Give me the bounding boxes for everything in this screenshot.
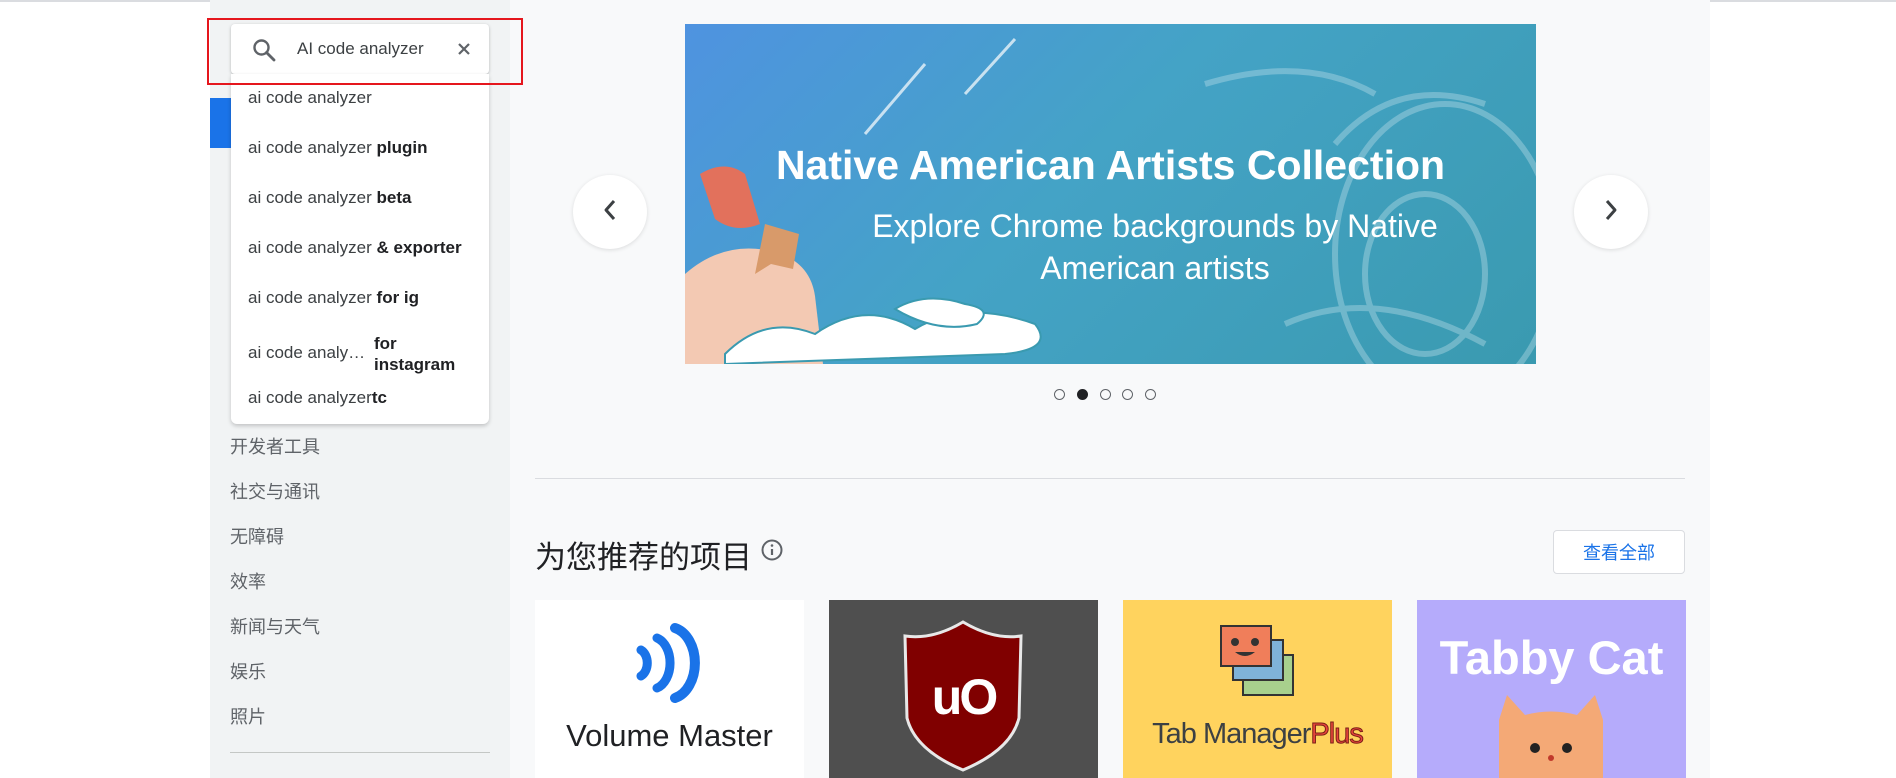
- card-title: Volume Master: [566, 718, 773, 753]
- cat-icon: [1499, 695, 1603, 778]
- close-icon[interactable]: [451, 36, 477, 62]
- chevron-right-icon: [1602, 198, 1620, 227]
- carousel-dot[interactable]: [1145, 389, 1156, 400]
- info-icon[interactable]: [760, 538, 784, 562]
- carousel-dot[interactable]: [1122, 389, 1133, 400]
- tab-manager-icon: [1220, 625, 1294, 696]
- category-news-weather[interactable]: 新闻与天气: [230, 613, 320, 639]
- suggestion-item[interactable]: ai code analyzer & exporter: [248, 238, 462, 258]
- category-accessibility[interactable]: 无障碍: [230, 523, 284, 549]
- carousel-next-button[interactable]: [1574, 175, 1648, 249]
- card-title: Tab ManagerPlus: [1152, 718, 1364, 751]
- carousel-dot-active[interactable]: [1077, 389, 1088, 400]
- view-all-button[interactable]: 查看全部: [1553, 530, 1685, 574]
- selected-nav-indicator: [210, 98, 232, 148]
- search-input[interactable]: [297, 37, 447, 61]
- carousel-dot[interactable]: [1054, 389, 1065, 400]
- section-divider: [535, 478, 1685, 479]
- chevron-left-icon: [601, 198, 619, 227]
- suggestion-item[interactable]: ai code analyzer beta: [248, 188, 412, 208]
- suggestion-item[interactable]: ai code analyzer: [248, 88, 372, 108]
- suggestion-item[interactable]: ai code analy… for instagram: [248, 329, 478, 375]
- card-volume-master[interactable]: Volume Master: [535, 600, 804, 778]
- category-social[interactable]: 社交与通讯: [230, 478, 320, 504]
- suggestion-suffix: for instagram: [374, 334, 456, 374]
- search-box: [231, 24, 489, 74]
- category-photos[interactable]: 照片: [230, 703, 266, 729]
- carousel-dot[interactable]: [1100, 389, 1111, 400]
- section-title: 为您推荐的项目: [535, 540, 752, 575]
- banner-artwork: [685, 37, 1536, 364]
- category-entertainment[interactable]: 娱乐: [230, 658, 266, 684]
- card-tab-manager-plus[interactable]: Tab ManagerPlus: [1123, 600, 1392, 778]
- card-logo-text: uO: [931, 669, 998, 725]
- carousel-banner[interactable]: Native American Artists Collection Explo…: [685, 24, 1536, 364]
- banner-subtitle: Explore Chrome backgrounds by Native Ame…: [872, 208, 1438, 286]
- suggestion-item[interactable]: ai code analyzertc: [248, 388, 387, 408]
- volume-icon: [636, 623, 700, 703]
- carousel-prev-button[interactable]: [573, 175, 647, 249]
- suggestion-item[interactable]: ai code analyzer plugin: [248, 138, 428, 158]
- card-tabby-cat[interactable]: Tabby Cat: [1417, 600, 1686, 778]
- sidebar-divider: [230, 752, 490, 753]
- suggestion-prefix: ai code analy…: [248, 343, 366, 362]
- category-productivity[interactable]: 效率: [230, 568, 266, 594]
- suggestion-item[interactable]: ai code analyzer for ig: [248, 288, 419, 308]
- card-ublock[interactable]: uO: [829, 600, 1098, 778]
- banner-title: Native American Artists Collection: [775, 142, 1446, 188]
- search-icon[interactable]: [251, 37, 277, 63]
- category-developer-tools[interactable]: 开发者工具: [230, 433, 320, 459]
- suggestions-dropdown: ai code analyzer ai code analyzer plugin…: [231, 74, 489, 424]
